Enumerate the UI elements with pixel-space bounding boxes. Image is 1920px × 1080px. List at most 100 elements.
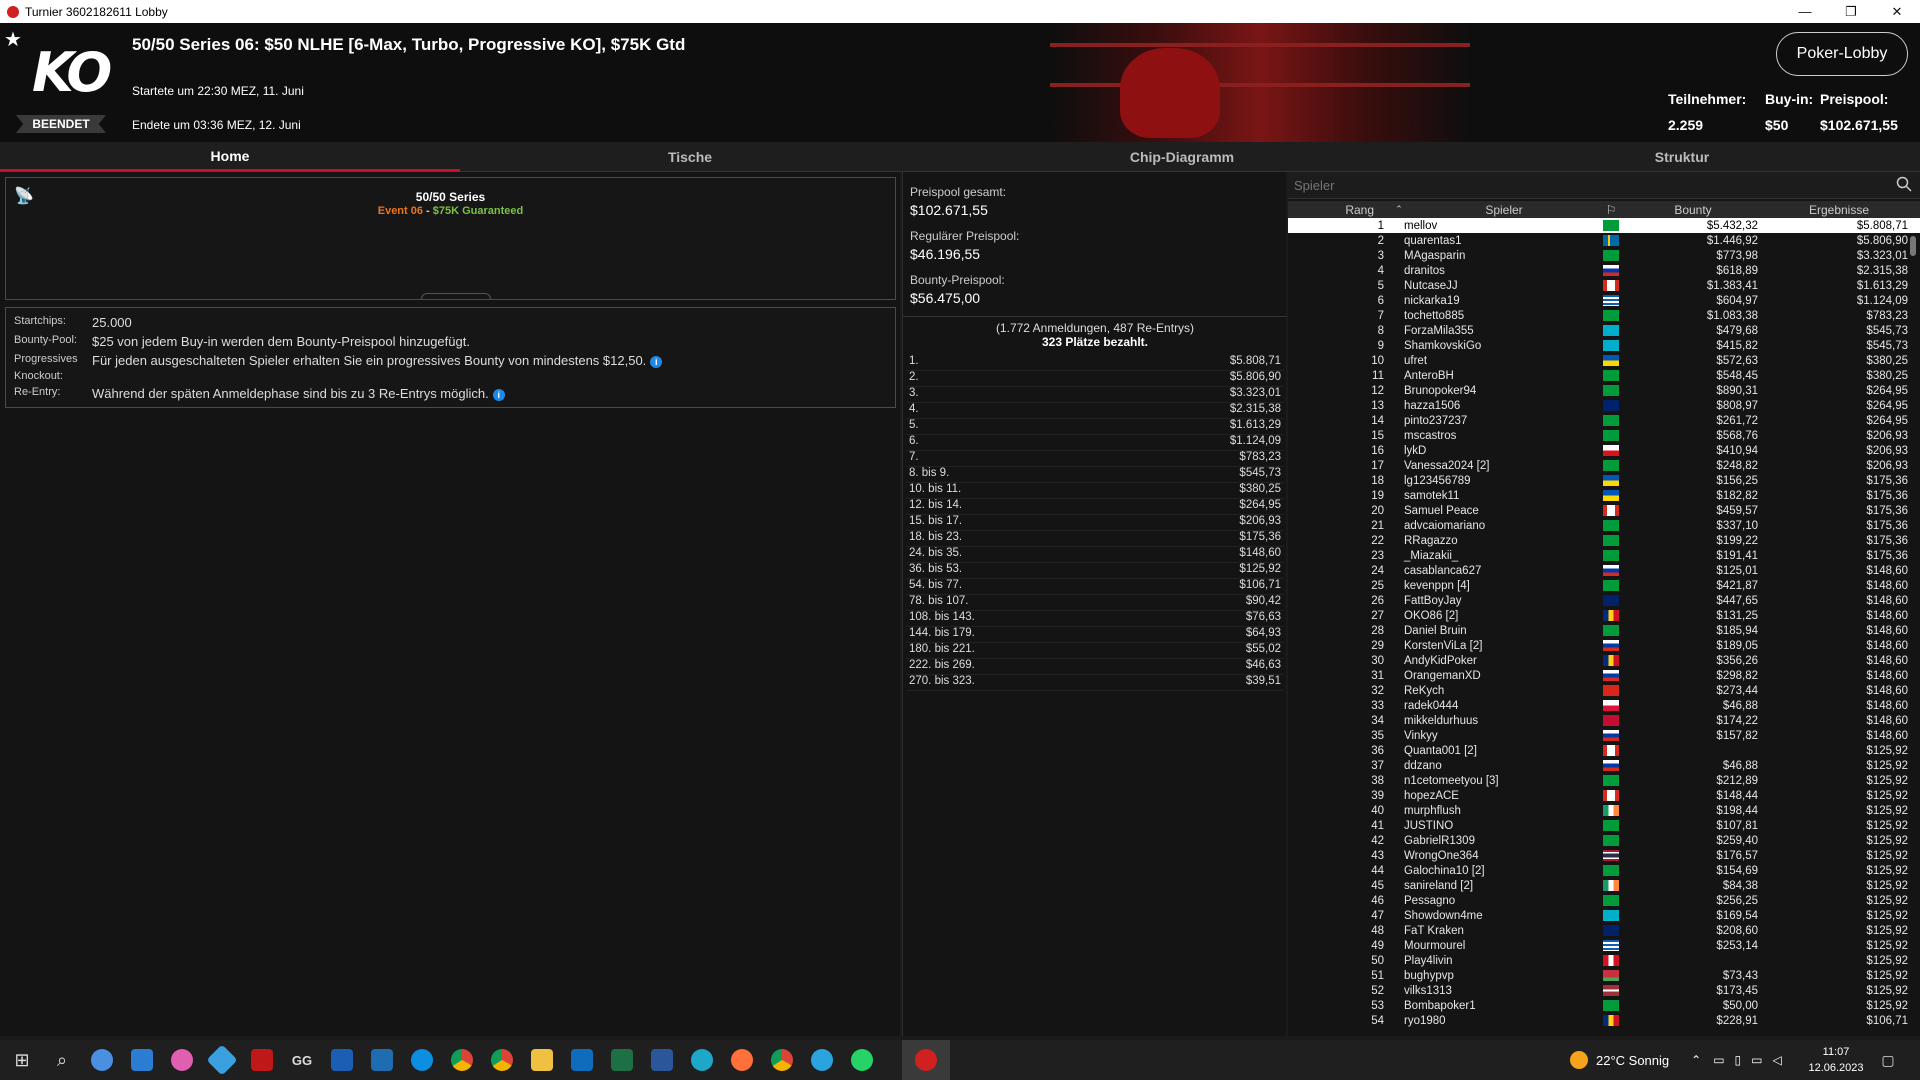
- player-row[interactable]: 1 mellov $5.432,32 $5.808,71: [1288, 218, 1920, 233]
- player-row[interactable]: 23 _Miazakii_ $191,41 $175,36: [1288, 548, 1920, 563]
- player-row[interactable]: 7 tochetto885 $1.083,38 $783,23: [1288, 308, 1920, 323]
- player-row[interactable]: 10 ufret $572,63 $380,25: [1288, 353, 1920, 368]
- chrome-icon[interactable]: [762, 1040, 802, 1080]
- info-icon[interactable]: i: [650, 356, 663, 368]
- player-row[interactable]: 11 AnteroBH $548,45 $380,25: [1288, 368, 1920, 383]
- player-row[interactable]: 31 OrangemanXD $298,82 $148,60: [1288, 668, 1920, 683]
- player-row[interactable]: 13 hazza1506 $808,97 $264,95: [1288, 398, 1920, 413]
- sky-icon[interactable]: [322, 1040, 362, 1080]
- player-row[interactable]: 49 Mourmourel $253,14 $125,92: [1288, 938, 1920, 953]
- tab-structure[interactable]: Struktur: [1444, 142, 1920, 172]
- player-row[interactable]: 46 Pessagno $256,25 $125,92: [1288, 893, 1920, 908]
- player-row[interactable]: 47 Showdown4me $169,54 $125,92: [1288, 908, 1920, 923]
- firefox-icon[interactable]: [722, 1040, 762, 1080]
- player-column-header[interactable]: Spieler: [1408, 203, 1600, 217]
- edge-icon[interactable]: [682, 1040, 722, 1080]
- player-row[interactable]: 43 WrongOne364 $176,57 $125,92: [1288, 848, 1920, 863]
- weather-text[interactable]: 22°C Sonnig: [1596, 1053, 1669, 1068]
- player-row[interactable]: 53 Bombapoker1 $50,00 $125,92: [1288, 998, 1920, 1013]
- chrome-icon[interactable]: [482, 1040, 522, 1080]
- cortana-icon[interactable]: [82, 1040, 122, 1080]
- player-row[interactable]: 8 ForzaMila355 $479,68 $545,73: [1288, 323, 1920, 338]
- players-scrollbar[interactable]: [1910, 236, 1916, 256]
- onedrive-icon[interactable]: [122, 1040, 162, 1080]
- player-row[interactable]: 34 mikkeldurhuus $174,22 $148,60: [1288, 713, 1920, 728]
- player-row[interactable]: 9 ShamkovskiGo $415,82 $545,73: [1288, 338, 1920, 353]
- player-row[interactable]: 39 hopezACE $148,44 $125,92: [1288, 788, 1920, 803]
- chevron-up-icon[interactable]: ⌃: [1691, 1053, 1701, 1067]
- player-row[interactable]: 45 sanireland [2] $84,38 $125,92: [1288, 878, 1920, 893]
- chrome-icon[interactable]: [442, 1040, 482, 1080]
- player-row[interactable]: 12 Brunopoker94 $890,31 $264,95: [1288, 383, 1920, 398]
- app-icon[interactable]: [202, 1040, 242, 1080]
- file-explorer-icon[interactable]: [522, 1040, 562, 1080]
- player-row[interactable]: 29 KorstenViLa [2] $189,05 $148,60: [1288, 638, 1920, 653]
- player-row[interactable]: 2 quarentas1 $1.446,92 $5.806,90: [1288, 233, 1920, 248]
- player-row[interactable]: 17 Vanessa2024 [2] $248,82 $206,93: [1288, 458, 1920, 473]
- notifications-icon[interactable]: ▢: [1868, 1040, 1908, 1080]
- player-row[interactable]: 20 Samuel Peace $459,57 $175,36: [1288, 503, 1920, 518]
- word-icon[interactable]: [642, 1040, 682, 1080]
- player-row[interactable]: 40 murphflush $198,44 $125,92: [1288, 803, 1920, 818]
- player-row[interactable]: 4 dranitos $618,89 $2.315,38: [1288, 263, 1920, 278]
- battery-icon[interactable]: ▯: [1735, 1053, 1742, 1067]
- player-row[interactable]: 30 AndyKidPoker $356,26 $148,60: [1288, 653, 1920, 668]
- player-row[interactable]: 33 radek0444 $46,88 $148,60: [1288, 698, 1920, 713]
- player-row[interactable]: 3 MAgasparin $773,98 $3.323,01: [1288, 248, 1920, 263]
- player-row[interactable]: 36 Quanta001 [2] $125,92: [1288, 743, 1920, 758]
- favorite-star-icon[interactable]: ★: [4, 27, 22, 52]
- player-row[interactable]: 26 FattBoyJay $447,65 $148,60: [1288, 593, 1920, 608]
- player-row[interactable]: 48 FaT Kraken $208,60 $125,92: [1288, 923, 1920, 938]
- windows-start-icon[interactable]: ⊞: [2, 1040, 42, 1080]
- poker-lobby-button[interactable]: Poker-Lobby: [1776, 32, 1908, 76]
- player-row[interactable]: 15 mscastros $568,76 $206,93: [1288, 428, 1920, 443]
- search-icon[interactable]: [1896, 176, 1912, 192]
- itunes-icon[interactable]: [162, 1040, 202, 1080]
- player-row[interactable]: 19 samotek11 $182,82 $175,36: [1288, 488, 1920, 503]
- info-icon[interactable]: i: [492, 389, 505, 401]
- tab-chip-chart[interactable]: Chip-Diagramm: [920, 142, 1444, 172]
- player-row[interactable]: 50 Play4livin $125,92: [1288, 953, 1920, 968]
- minimize-button[interactable]: —: [1782, 0, 1828, 23]
- player-row[interactable]: 6 nickarka19 $604,97 $1.124,09: [1288, 293, 1920, 308]
- player-row[interactable]: 35 Vinkyy $157,82 $148,60: [1288, 728, 1920, 743]
- player-row[interactable]: 16 lykD $410,94 $206,93: [1288, 443, 1920, 458]
- player-row[interactable]: 42 GabrielR1309 $259,40 $125,92: [1288, 833, 1920, 848]
- rank-column-header[interactable]: Rang: [1288, 203, 1390, 217]
- maximize-button[interactable]: ❐: [1828, 0, 1874, 23]
- player-row[interactable]: 52 vilks1313 $173,45 $125,92: [1288, 983, 1920, 998]
- network-icon[interactable]: ▭: [1713, 1053, 1724, 1067]
- player-row[interactable]: 28 Daniel Bruin $185,94 $148,60: [1288, 623, 1920, 638]
- skype-icon[interactable]: [402, 1040, 442, 1080]
- volume-icon[interactable]: ◁: [1773, 1053, 1782, 1067]
- close-button[interactable]: ✕: [1874, 0, 1920, 23]
- outlook-icon[interactable]: [562, 1040, 602, 1080]
- mcafee-icon[interactable]: [242, 1040, 282, 1080]
- collapse-handle[interactable]: [421, 293, 491, 299]
- player-row[interactable]: 54 ryo1980 $228,91 $106,71: [1288, 1013, 1920, 1028]
- player-row[interactable]: 37 ddzano $46,88 $125,92: [1288, 758, 1920, 773]
- search-icon[interactable]: ⌕: [42, 1040, 82, 1080]
- bounty-column-header[interactable]: Bounty: [1622, 203, 1764, 217]
- player-row[interactable]: 32 ReKych $273,44 $148,60: [1288, 683, 1920, 698]
- player-row[interactable]: 41 JUSTINO $107,81 $125,92: [1288, 818, 1920, 833]
- clock[interactable]: 11:07 12.06.2023: [1806, 1044, 1866, 1076]
- excel-icon[interactable]: [602, 1040, 642, 1080]
- telegram-icon[interactable]: [802, 1040, 842, 1080]
- prime-video-icon[interactable]: [362, 1040, 402, 1080]
- whatsapp-icon[interactable]: [842, 1040, 882, 1080]
- player-row[interactable]: 44 Galochina10 [2] $154,69 $125,92: [1288, 863, 1920, 878]
- player-search-input[interactable]: [1288, 177, 1878, 193]
- weather-sun-icon[interactable]: [1570, 1051, 1588, 1069]
- pokerstars-taskbar-icon[interactable]: [902, 1040, 950, 1080]
- result-column-header[interactable]: Ergebnisse: [1764, 203, 1914, 217]
- player-row[interactable]: 25 kevenppn [4] $421,87 $148,60: [1288, 578, 1920, 593]
- tab-tables[interactable]: Tische: [460, 142, 920, 172]
- player-row[interactable]: 21 advcaiomariano $337,10 $175,36: [1288, 518, 1920, 533]
- tab-home[interactable]: Home: [0, 142, 460, 172]
- player-row[interactable]: 18 lg123456789 $156,25 $175,36: [1288, 473, 1920, 488]
- player-row[interactable]: 24 casablanca627 $125,01 $148,60: [1288, 563, 1920, 578]
- player-row[interactable]: 22 RRagazzo $199,22 $175,36: [1288, 533, 1920, 548]
- sort-ascending-icon[interactable]: ⌃: [1390, 204, 1408, 215]
- player-row[interactable]: 14 pinto237237 $261,72 $264,95: [1288, 413, 1920, 428]
